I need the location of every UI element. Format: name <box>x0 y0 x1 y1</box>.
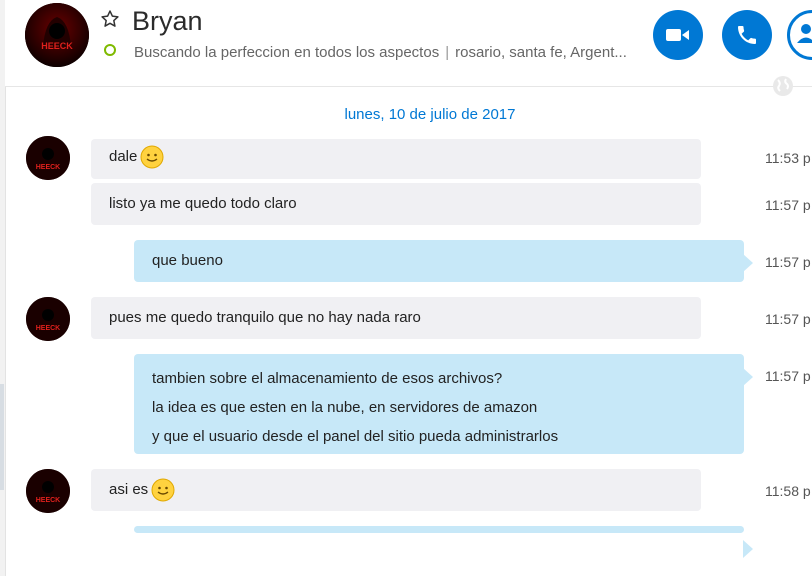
contact-location: rosario, santa fe, Argent... <box>455 44 626 61</box>
scroll-marker <box>0 384 4 490</box>
message-bubble-incoming[interactable]: asi es <box>91 469 701 511</box>
message-bubble-outgoing[interactable]: que bueno <box>134 240 753 282</box>
sender-avatar[interactable]: HEECK <box>26 469 70 513</box>
mood-message: Buscando la perfeccion en todos los aspe… <box>134 44 440 61</box>
contact-name: Bryan <box>132 6 203 36</box>
add-people-button[interactable] <box>787 10 812 60</box>
message-text: dale <box>109 148 138 165</box>
message-timestamp: 11:58 p <box>765 483 811 499</box>
message-timestamp: 11:57 p <box>765 368 811 384</box>
message-text-line: tambien sobre el almacenamiento de esos … <box>152 370 503 387</box>
message-timestamp: 11:53 p <box>765 150 811 166</box>
scrolled-text-remnant <box>150 93 650 103</box>
svg-text:HEECK: HEECK <box>36 325 61 332</box>
message-bubble-incoming[interactable]: pues me quedo tranquilo que no hay nada … <box>91 297 701 339</box>
message-text: listo ya me quedo todo claro <box>109 195 297 212</box>
message-bubble-outgoing-partial[interactable] <box>134 526 753 558</box>
star-outline-icon[interactable] <box>100 9 120 29</box>
audio-call-button[interactable] <box>722 10 772 60</box>
presence-status-icon <box>104 44 116 56</box>
sender-avatar[interactable]: HEECK <box>26 297 70 341</box>
video-call-icon <box>666 29 689 41</box>
message-text: que bueno <box>152 252 223 269</box>
chat-header: HEECK Bryan Buscando la perfeccion en to… <box>5 0 812 87</box>
date-separator: lunes, 10 de julio de 2017 <box>344 106 516 123</box>
contact-mood-location: Buscando la perfeccion en todos los aspe… <box>134 44 626 61</box>
phone-call-icon <box>738 26 756 44</box>
contact-avatar[interactable]: HEECK <box>25 3 89 67</box>
sender-avatar[interactable]: HEECK <box>26 136 70 180</box>
message-timestamp: 11:57 p <box>765 311 811 327</box>
message-text: pues me quedo tranquilo que no hay nada … <box>109 309 421 326</box>
smile-emoji-icon <box>140 145 164 169</box>
message-bubble-outgoing[interactable]: tambien sobre el almacenamiento de esos … <box>134 354 753 454</box>
svg-text:HEECK: HEECK <box>41 41 73 51</box>
add-contact-icon <box>797 24 812 43</box>
message-text-line: y que el usuario desde el panel del siti… <box>152 428 559 445</box>
video-call-button[interactable] <box>653 10 703 60</box>
svg-text:HEECK: HEECK <box>36 164 61 171</box>
separator: | <box>445 44 450 61</box>
message-text: asi es <box>109 481 149 498</box>
message-timestamp: 11:57 p <box>765 197 811 213</box>
globe-icon[interactable] <box>771 74 795 98</box>
smile-emoji-icon <box>151 478 175 502</box>
message-bubble-incoming[interactable]: dale <box>91 139 701 179</box>
message-bubble-incoming[interactable]: listo ya me quedo todo claro <box>91 183 701 225</box>
message-text-line: la idea es que esten en la nube, en serv… <box>152 399 538 416</box>
svg-text:HEECK: HEECK <box>36 497 61 504</box>
message-timestamp: 11:57 p <box>765 254 811 270</box>
